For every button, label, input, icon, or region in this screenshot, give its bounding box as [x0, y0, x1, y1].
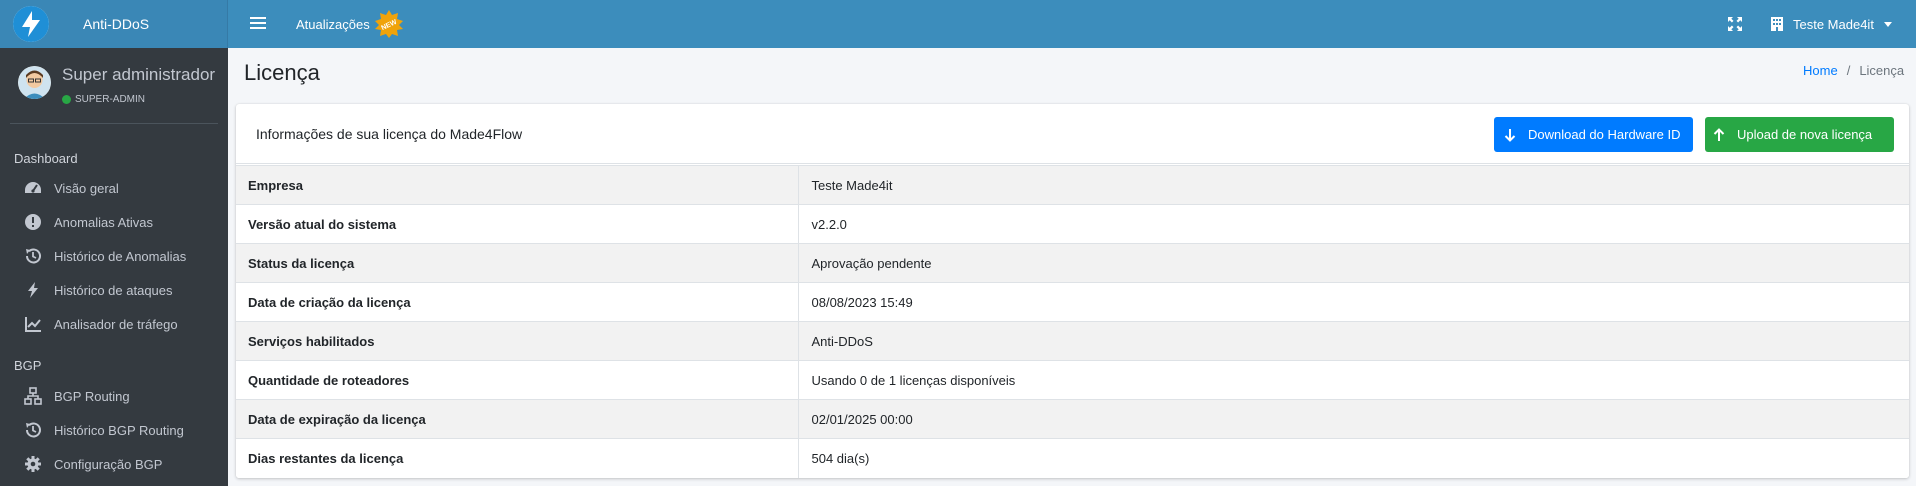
table-row: Data de criação da licença 08/08/2023 15:…	[236, 282, 1909, 322]
arrow-down-icon	[1504, 128, 1516, 142]
sidebar-item-label: Analisador de tráfego	[54, 316, 178, 332]
row-value: Teste Made4it	[798, 165, 1909, 205]
card-header: Informações de sua licença do Made4Flow …	[236, 104, 1909, 164]
user-dropdown-label: Teste Made4it	[1793, 16, 1874, 32]
row-key: Empresa	[236, 165, 799, 205]
table-row: Quantidade de roteadores Usando 0 de 1 li…	[236, 360, 1909, 400]
upload-license-button[interactable]: Upload de nova licença	[1705, 117, 1894, 152]
tachometer-icon	[25, 182, 41, 193]
row-key: Dias restantes da licença	[236, 438, 799, 478]
row-value: 08/08/2023 15:49	[798, 282, 1909, 322]
gear-icon	[25, 456, 41, 472]
online-status-icon	[62, 95, 71, 104]
user-panel: Super administrador SUPER-ADMIN	[10, 48, 218, 124]
sidebar-item-label: Configuração BGP	[54, 456, 163, 472]
row-value: 02/01/2025 00:00	[798, 399, 1909, 439]
brand-name: Anti-DDoS	[83, 16, 150, 32]
row-key: Serviços habilitados	[236, 321, 799, 361]
brand-link[interactable]: Anti-DDoS	[0, 0, 228, 48]
exclamation-circle-icon	[25, 214, 41, 230]
breadcrumb-home-link[interactable]: Home	[1803, 63, 1838, 78]
caret-down-icon	[1883, 21, 1892, 27]
top-navbar: Anti-DDoS Atualizações NEW Teste Made4it	[0, 0, 1916, 48]
page-title: Licença	[244, 60, 320, 85]
sidebar-item-historico-bgp-routing[interactable]: Histórico BGP Routing	[24, 420, 184, 440]
new-badge-icon: NEW	[373, 9, 405, 44]
user-name[interactable]: Super administrador	[62, 65, 215, 85]
sitemap-icon	[24, 387, 42, 405]
sidebar-item-historico-anomalias[interactable]: Histórico de Anomalias	[24, 246, 186, 266]
sidebar-item-label: Histórico de ataques	[54, 282, 173, 298]
sidebar-item-analisador-trafego[interactable]: Analisador de tráfego	[24, 314, 178, 334]
table-row: Empresa Teste Made4it	[236, 165, 1909, 205]
table-row: Status da licença Aprovação pendente	[236, 243, 1909, 283]
avatar[interactable]	[18, 66, 51, 99]
table-row: Versão atual do sistema v2.2.0	[236, 204, 1909, 244]
chart-line-icon	[25, 317, 41, 332]
building-icon	[1771, 17, 1783, 31]
card-title: Informações de sua licença do Made4Flow	[256, 126, 523, 142]
row-key: Data de expiração da licença	[236, 399, 799, 439]
license-table: Empresa Teste Made4it Versão atual do sis…	[236, 165, 1909, 478]
sidebar-item-configuracao-bgp[interactable]: Configuração BGP	[24, 454, 162, 474]
row-key: Versão atual do sistema	[236, 204, 799, 244]
bolt-icon	[28, 282, 38, 298]
breadcrumb-current: Licença	[1859, 63, 1905, 78]
breadcrumb-separator: /	[1846, 63, 1851, 78]
sidebar-item-label: Histórico de Anomalias	[54, 248, 187, 264]
sidebar-item-bgp-routing[interactable]: BGP Routing	[24, 386, 130, 406]
bolt-logo-icon	[13, 6, 49, 42]
row-value: Usando 0 de 1 licenças disponíveis	[798, 360, 1909, 400]
row-value: v2.2.0	[798, 204, 1909, 244]
download-hardware-id-button[interactable]: Download do Hardware ID	[1494, 117, 1693, 152]
sidebar: Super administrador SUPER-ADMIN Dashboar…	[0, 48, 228, 486]
history-icon	[26, 248, 41, 264]
user-role: SUPER-ADMIN	[62, 94, 145, 105]
sidebar-item-historico-ataques[interactable]: Histórico de ataques	[24, 280, 173, 300]
table-row: Serviços habilitados Anti-DDoS	[236, 321, 1909, 361]
user-role-label: SUPER-ADMIN	[75, 94, 146, 105]
sidebar-item-label: BGP Routing	[54, 388, 130, 404]
sidebar-item-visao-geral[interactable]: Visão geral	[24, 178, 119, 198]
arrow-up-icon	[1713, 127, 1725, 141]
menu-toggle-icon[interactable]	[250, 14, 266, 34]
row-value: 504 dia(s)	[798, 438, 1909, 478]
nav-header-bgp: BGP	[14, 358, 42, 373]
row-key: Data de criação da licença	[236, 282, 799, 322]
table-row: Data de expiração da licença 02/01/2025 0…	[236, 399, 1909, 439]
row-key: Status da licença	[236, 243, 799, 283]
row-value: Anti-DDoS	[798, 321, 1909, 361]
row-value: Aprovação pendente	[798, 243, 1909, 283]
row-key: Quantidade de roteadores	[236, 360, 799, 400]
history-icon	[26, 422, 41, 438]
sidebar-item-label: Visão geral	[54, 180, 119, 196]
sidebar-item-label: Anomalias Ativas	[54, 214, 153, 230]
license-card: Informações de sua licença do Made4Flow …	[236, 104, 1909, 478]
table-row: Dias restantes da licença 504 dia(s)	[236, 438, 1909, 478]
fullscreen-icon[interactable]	[1727, 16, 1743, 32]
sidebar-item-label: Histórico BGP Routing	[54, 422, 184, 438]
nav-header-dashboard: Dashboard	[14, 151, 78, 166]
user-dropdown[interactable]: Teste Made4it	[1771, 14, 1892, 34]
upload-button-label: Upload de nova licença	[1737, 127, 1873, 142]
download-button-label: Download do Hardware ID	[1528, 127, 1681, 142]
breadcrumb: Home / Licença	[1803, 63, 1904, 78]
updates-link[interactable]: Atualizações	[296, 17, 370, 32]
sidebar-item-anomalias-ativas[interactable]: Anomalias Ativas	[24, 212, 153, 232]
